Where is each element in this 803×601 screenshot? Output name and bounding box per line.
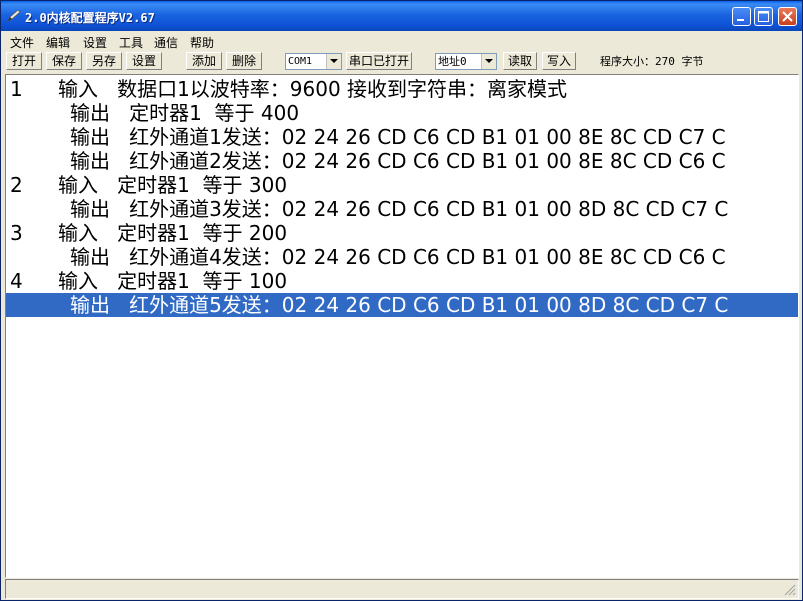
- resize-grip-icon[interactable]: [784, 584, 796, 596]
- line-number: 1: [10, 77, 23, 101]
- menu-help[interactable]: 帮助: [190, 34, 214, 51]
- listing-line[interactable]: 4 输入 定时器1 等于 100: [6, 269, 798, 293]
- toolbar: 打开 保存 另存 设置 添加 删除 COM1 串口已打开 地址0 读取 写入 程…: [1, 50, 802, 72]
- window-title: 2.0内核配置程序V2.67: [25, 11, 155, 25]
- listing-line-selected[interactable]: 输出 红外通道5发送：02 24 26 CD C6 CD B1 01 00 8D…: [6, 293, 798, 317]
- delete-button[interactable]: 删除: [226, 52, 262, 70]
- pencil-icon: [7, 10, 21, 22]
- minimize-icon: [737, 19, 744, 21]
- write-button[interactable]: 写入: [542, 52, 576, 70]
- line-text: 输入 定时器1 等于 300: [58, 173, 288, 197]
- line-text: 输出 定时器1 等于 400: [70, 101, 300, 125]
- line-text: 输出 红外通道4发送：02 24 26 CD C6 CD B1 01 00 8E…: [70, 245, 726, 269]
- title-bar[interactable]: 2.0内核配置程序V2.67: [1, 1, 802, 31]
- line-text: 输出 红外通道5发送：02 24 26 CD C6 CD B1 01 00 8D…: [70, 293, 729, 317]
- save-as-button[interactable]: 另存: [86, 52, 122, 70]
- line-text: 输出 红外通道1发送：02 24 26 CD C6 CD B1 01 00 8E…: [70, 125, 726, 149]
- port-select-value: COM1: [288, 56, 313, 67]
- settings-button[interactable]: 设置: [126, 52, 162, 70]
- listing-line[interactable]: 输出 红外通道2发送：02 24 26 CD C6 CD B1 01 00 8E…: [6, 149, 798, 173]
- listing-line[interactable]: 1 输入 数据口1以波特率：9600 接收到字符串：离家模式: [6, 77, 798, 101]
- listing-line[interactable]: 2 输入 定时器1 等于 300: [6, 173, 798, 197]
- menu-settings[interactable]: 设置: [83, 34, 107, 51]
- chevron-down-icon: [485, 59, 493, 63]
- line-number: 4: [10, 269, 23, 293]
- line-text: 输入 定时器1 等于 200: [58, 221, 288, 245]
- line-text: 输出 红外通道2发送：02 24 26 CD C6 CD B1 01 00 8E…: [70, 149, 726, 173]
- listing-line[interactable]: 输出 红外通道1发送：02 24 26 CD C6 CD B1 01 00 8E…: [6, 125, 798, 149]
- address-select[interactable]: 地址0: [435, 53, 497, 70]
- listing-line[interactable]: 3 输入 定时器1 等于 200: [6, 221, 798, 245]
- app-window: 2.0内核配置程序V2.67 文件 编辑 设置 工具 通信 帮助 打开 保存 另…: [0, 0, 803, 601]
- status-bar: [5, 579, 799, 599]
- close-icon: [782, 11, 793, 22]
- close-button[interactable]: [778, 7, 797, 26]
- listing-line[interactable]: 输出 红外通道3发送：02 24 26 CD C6 CD B1 01 00 8D…: [6, 197, 798, 221]
- line-text: 输入 定时器1 等于 100: [58, 269, 288, 293]
- port-select-arrow[interactable]: [326, 54, 341, 69]
- menu-file[interactable]: 文件: [10, 34, 34, 51]
- menu-bar: 文件 编辑 设置 工具 通信 帮助: [1, 31, 802, 51]
- port-status-button[interactable]: 串口已打开: [346, 52, 412, 70]
- maximize-icon: [758, 11, 769, 22]
- line-number: 3: [10, 221, 23, 245]
- line-number: 2: [10, 173, 23, 197]
- program-size-label: 程序大小：270 字节: [600, 55, 704, 68]
- line-text: 输出 红外通道3发送：02 24 26 CD C6 CD B1 01 00 8D…: [70, 197, 729, 221]
- menu-tools[interactable]: 工具: [119, 34, 143, 51]
- menu-communication[interactable]: 通信: [154, 34, 178, 51]
- line-text: 输入 数据口1以波特率：9600 接收到字符串：离家模式: [58, 77, 568, 101]
- port-select[interactable]: COM1: [285, 53, 342, 70]
- save-button[interactable]: 保存: [46, 52, 82, 70]
- open-button[interactable]: 打开: [6, 52, 42, 70]
- address-select-value: 地址0: [438, 55, 467, 68]
- listing-line[interactable]: 输出 红外通道4发送：02 24 26 CD C6 CD B1 01 00 8E…: [6, 245, 798, 269]
- read-button[interactable]: 读取: [503, 52, 537, 70]
- minimize-button[interactable]: [732, 7, 751, 26]
- add-button[interactable]: 添加: [186, 52, 222, 70]
- chevron-down-icon: [330, 59, 338, 63]
- listing-line[interactable]: 输出 定时器1 等于 400: [6, 101, 798, 125]
- address-select-arrow[interactable]: [481, 54, 496, 69]
- maximize-button[interactable]: [754, 7, 773, 26]
- menu-edit[interactable]: 编辑: [46, 34, 70, 51]
- program-listing[interactable]: 1 输入 数据口1以波特率：9600 接收到字符串：离家模式 输出 定时器1 等…: [5, 74, 799, 578]
